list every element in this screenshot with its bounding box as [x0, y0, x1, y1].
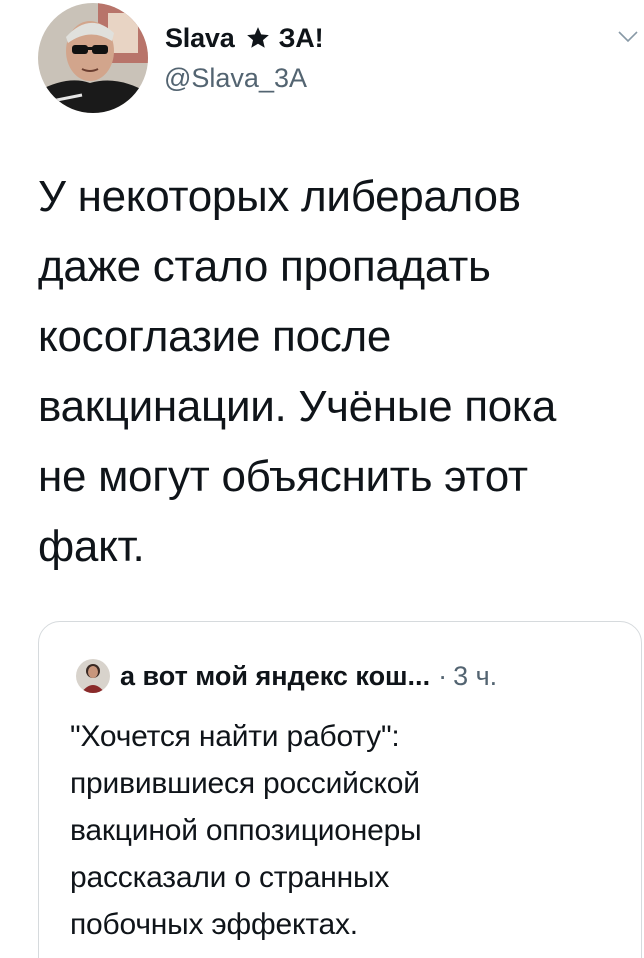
quoted-line: привившиеся российской — [70, 767, 420, 800]
quoted-tweet-header[interactable]: а вот мой яндекс кош... · 3 ч. — [76, 656, 497, 696]
quoted-timestamp[interactable]: 3 ч. — [453, 661, 497, 692]
chevron-down-icon[interactable] — [616, 24, 640, 48]
tweet-line: не могут объяснить этот — [38, 452, 528, 501]
tweet-line: У некоторых либералов — [38, 172, 521, 221]
quoted-line: побочных эффектах. — [70, 908, 358, 941]
tweet-line: даже стало пропадать — [38, 242, 491, 291]
quoted-author-name[interactable]: а вот мой яндекс кош... — [120, 661, 430, 692]
avatar-image — [38, 3, 148, 113]
avatar[interactable] — [38, 3, 148, 113]
star-icon — [245, 25, 271, 51]
tweet-line: косоглазие после — [38, 312, 392, 361]
tweet-text: У некоторых либералов даже стало пропада… — [38, 162, 628, 582]
author-display-name[interactable]: Slava — [165, 23, 235, 54]
tweet-line: факт. — [38, 522, 145, 571]
quoted-tweet-text: "Хочется найти работу": привившиеся росс… — [70, 713, 630, 948]
author-name-suffix[interactable]: ЗА! — [279, 23, 324, 54]
author-name-row[interactable]: Slava ЗА! — [165, 20, 324, 56]
quoted-line: вакциной оппозиционеры — [70, 814, 422, 847]
quoted-line: "Хочется найти работу": — [70, 720, 400, 753]
author-handle[interactable]: @Slava_3A — [164, 63, 307, 94]
quote-avatar[interactable] — [76, 659, 110, 693]
tweet-line: вакцинации. Учёные пока — [38, 382, 557, 431]
quoted-line: рассказали о странных — [70, 861, 390, 894]
quoted-separator: · — [438, 660, 448, 691]
